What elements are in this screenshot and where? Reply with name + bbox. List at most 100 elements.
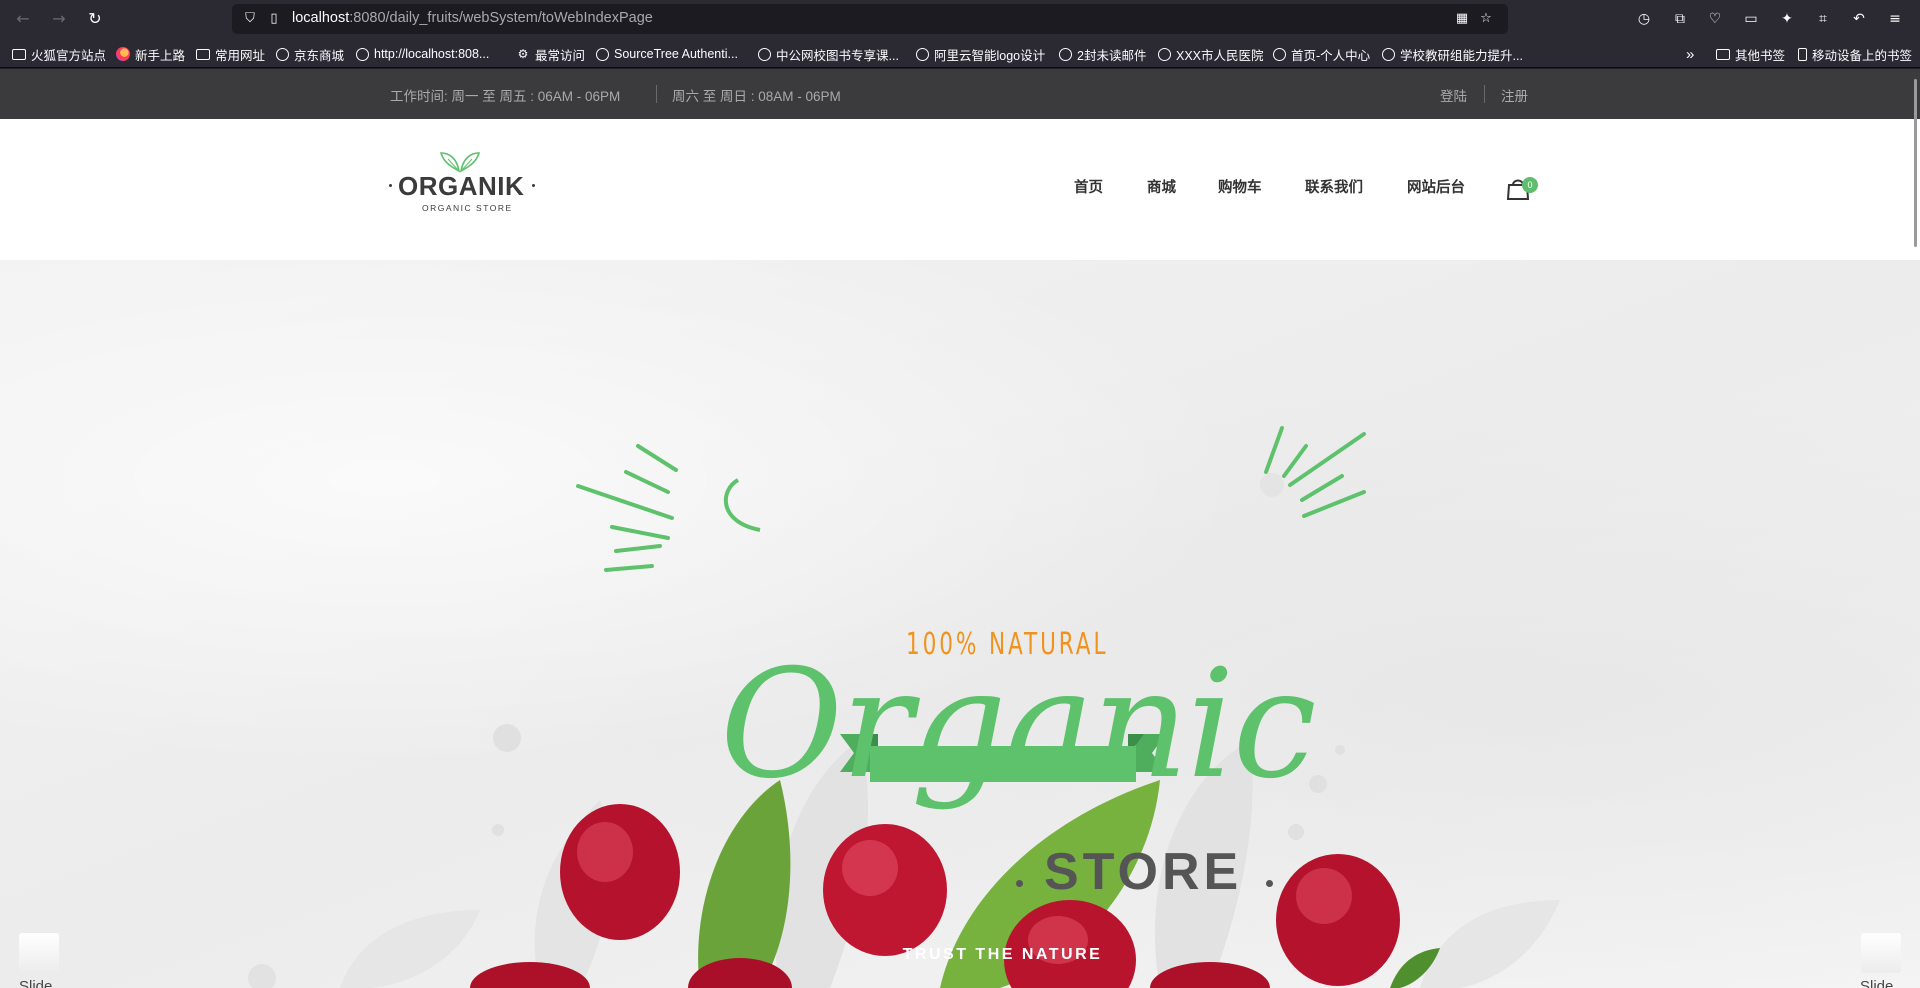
bookmark-item[interactable]: 中公网校图书专享课... xyxy=(758,45,899,63)
qr-code-icon[interactable]: ▦ xyxy=(1454,11,1470,27)
bookmark-star-icon[interactable]: ☆ xyxy=(1478,11,1494,27)
address-bar[interactable]: ⛉ ▯ localhost:8080/daily_fruits/webSyste… xyxy=(232,4,1508,34)
store-dot xyxy=(1266,880,1273,887)
bookmark-label: 中公网校图书专享课... xyxy=(776,48,899,63)
gear-icon: ⚙ xyxy=(517,47,529,61)
page-scrollbar[interactable] xyxy=(1914,79,1917,247)
page-icon[interactable]: ▯ xyxy=(266,11,282,27)
slide-prev-button[interactable] xyxy=(19,933,59,973)
forward-icon[interactable]: → xyxy=(49,9,69,29)
bookmark-folder-mobile[interactable]: 移动设备上的书签 xyxy=(1798,45,1912,63)
register-link[interactable]: 注册 xyxy=(1501,85,1528,105)
nav-cart[interactable]: 购物车 xyxy=(1218,176,1262,197)
divider xyxy=(656,85,657,103)
undo-icon[interactable]: ↶ xyxy=(1849,9,1869,29)
firefox-icon xyxy=(116,47,130,61)
cart-count-badge: 0 xyxy=(1522,177,1538,193)
logo-text: ORGANIK xyxy=(398,171,525,201)
bookmark-item[interactable]: 2封未读邮件 xyxy=(1059,45,1146,63)
globe-icon xyxy=(276,47,289,61)
bookmark-item[interactable]: XXX市人民医院 xyxy=(1158,45,1264,63)
globe-icon xyxy=(596,47,609,61)
nav-shop[interactable]: 商城 xyxy=(1147,176,1176,197)
bookmark-label: 火狐官方站点 xyxy=(31,48,107,63)
globe-icon xyxy=(1273,47,1286,61)
folder-icon xyxy=(12,48,26,60)
weekday-hours: 工作时间: 周一 至 周五 : 06AM - 06PM xyxy=(390,89,621,104)
bookmark-label: 2封未读邮件 xyxy=(1077,48,1147,63)
bookmark-item[interactable]: http://localhost:808... xyxy=(356,45,489,63)
bookmark-label: 学校教研组能力提升... xyxy=(1400,48,1523,63)
hero-artwork xyxy=(248,426,1560,988)
bookmark-folder-other[interactable]: 其他书签 xyxy=(1716,45,1785,63)
bookmark-item[interactable]: 学校教研组能力提升... xyxy=(1382,45,1523,63)
bookmark-item[interactable]: 京东商城 xyxy=(276,45,344,63)
cart-button[interactable]: 0 xyxy=(1506,175,1538,201)
globe-icon xyxy=(1382,47,1395,61)
info-topbar: 工作时间: 周一 至 周五 : 06AM - 06PM 周六 至 周日 : 08… xyxy=(0,69,1920,119)
weekend-hours: 周六 至 周日 : 08AM - 06PM xyxy=(672,89,841,104)
globe-icon xyxy=(1158,47,1171,61)
logo-dot xyxy=(389,184,392,187)
bookmark-label: http://localhost:808... xyxy=(374,47,490,61)
globe-icon xyxy=(1059,47,1072,61)
bookmark-label: 最常访问 xyxy=(535,48,586,63)
nav-home[interactable]: 首页 xyxy=(1074,176,1103,197)
bookmark-label: SourceTree Authenti... xyxy=(614,47,738,61)
store-dot xyxy=(1016,880,1023,887)
globe-icon xyxy=(916,47,929,61)
login-link[interactable]: 登陆 xyxy=(1440,85,1467,105)
bookmark-item[interactable]: 阿里云智能logo设计 xyxy=(916,45,1045,63)
menu-icon[interactable]: ≡ xyxy=(1885,9,1905,29)
leaf-logo-icon xyxy=(439,152,481,173)
bookmark-label: XXX市人民医院 xyxy=(1176,48,1264,63)
site-logo[interactable]: ORGANIK ORGANIC STORE xyxy=(386,147,538,217)
bookmark-label: 常用网址 xyxy=(215,48,266,63)
bookmark-item[interactable]: ⚙ 最常访问 xyxy=(516,45,585,63)
url-path: :8080/daily_fruits/webSystem/toWebIndexP… xyxy=(349,10,653,26)
sidebar-icon[interactable]: ▭ xyxy=(1741,9,1761,29)
hero-headline: Organic xyxy=(720,638,1317,812)
globe-icon xyxy=(356,47,369,61)
bookmark-item[interactable]: 新手上路 xyxy=(116,45,185,63)
pocket-icon[interactable]: ♡ xyxy=(1705,9,1725,29)
bookmark-label: 京东商城 xyxy=(294,48,345,63)
addon-icon[interactable]: ✦ xyxy=(1777,9,1797,29)
bookmarks-overflow-icon[interactable]: » xyxy=(1686,45,1694,63)
folder-icon xyxy=(196,48,210,60)
url-text[interactable]: localhost:8080/daily_fruits/webSystem/to… xyxy=(292,10,653,26)
logo-subtitle: ORGANIC STORE xyxy=(422,203,513,213)
history-icon[interactable]: ◷ xyxy=(1634,9,1654,29)
browser-toolbar: ← → ↻ ⛉ ▯ localhost:8080/daily_fruits/we… xyxy=(0,0,1920,38)
bookmarks-bar: 火狐官方站点 新手上路 常用网址 京东商城 http://localhost:8… xyxy=(0,38,1920,68)
divider xyxy=(1484,85,1485,103)
extensions-icon[interactable]: ⧉ xyxy=(1670,9,1690,29)
slide-prev-label[interactable]: Slide xyxy=(19,978,52,988)
bookmark-item[interactable]: SourceTree Authenti... xyxy=(596,45,738,63)
bookmark-label: 首页-个人中心 xyxy=(1291,48,1371,63)
hero-ribbon-text: TRUST THE NATURE xyxy=(902,946,1103,963)
crop-icon[interactable]: ⌗ xyxy=(1813,9,1833,29)
mobile-icon xyxy=(1798,47,1807,61)
nav-admin[interactable]: 网站后台 xyxy=(1407,176,1465,197)
site-header: ORGANIK ORGANIC STORE 首页 商城 购物车 联系我们 网站后… xyxy=(0,119,1920,260)
reload-icon[interactable]: ↻ xyxy=(85,9,105,29)
slide-next-label[interactable]: Slide xyxy=(1860,978,1893,988)
bookmark-label: 移动设备上的书签 xyxy=(1812,48,1913,63)
bookmark-label: 新手上路 xyxy=(135,48,186,63)
back-icon[interactable]: ← xyxy=(13,9,33,29)
logo-dot xyxy=(532,184,535,187)
globe-icon xyxy=(758,47,771,61)
bookmark-item[interactable]: 常用网址 xyxy=(196,45,265,63)
bookmark-label: 其他书签 xyxy=(1735,48,1786,63)
hero-slider: 100% NATURAL Organic STORE TRUST THE NAT… xyxy=(0,260,1920,988)
folder-icon xyxy=(1716,48,1730,60)
bookmark-item[interactable]: 首页-个人中心 xyxy=(1273,45,1370,63)
nav-contact[interactable]: 联系我们 xyxy=(1305,176,1363,197)
url-host: localhost xyxy=(292,10,350,26)
shield-icon[interactable]: ⛉ xyxy=(242,11,258,27)
hero-subheadline: STORE xyxy=(1044,843,1243,901)
bookmark-item[interactable]: 火狐官方站点 xyxy=(12,45,106,63)
slide-next-button[interactable] xyxy=(1861,933,1901,973)
web-page: 工作时间: 周一 至 周五 : 06AM - 06PM 周六 至 周日 : 08… xyxy=(0,69,1920,988)
